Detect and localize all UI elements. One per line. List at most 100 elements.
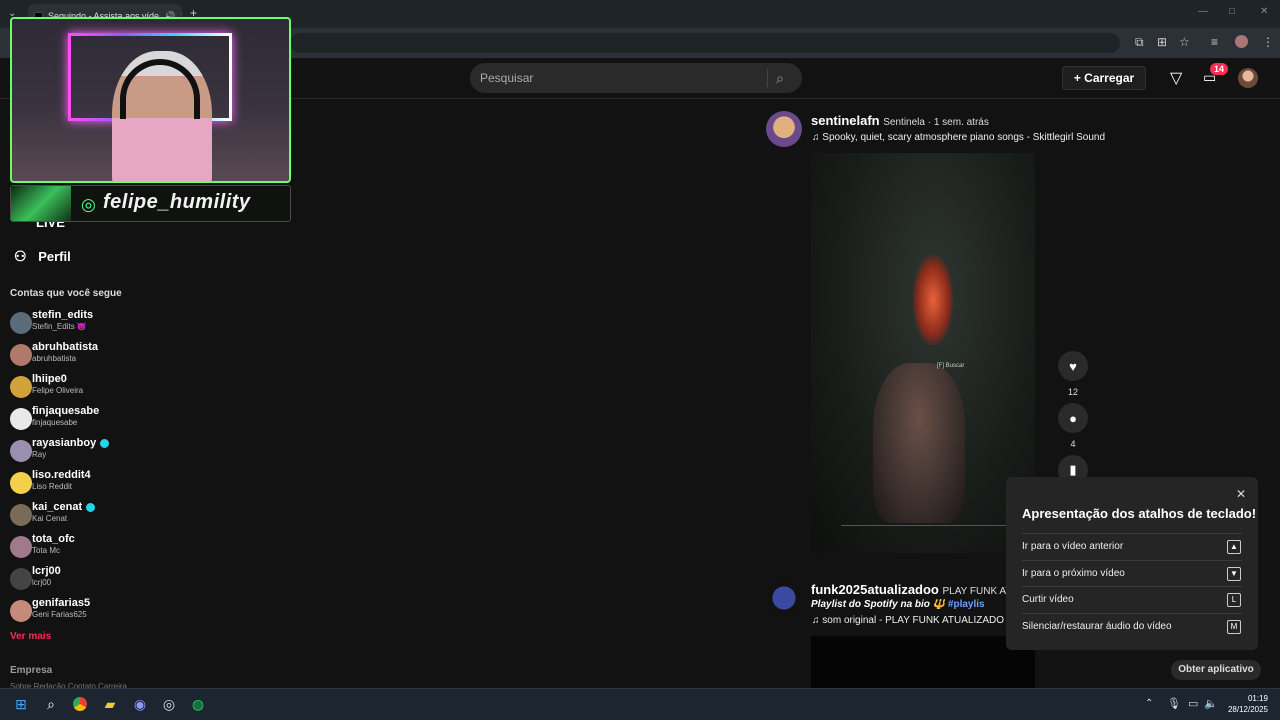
account-username: kai_cenat — [32, 501, 96, 513]
volume-icon[interactable]: 🔈 — [1204, 697, 1218, 710]
bookmark-icon: ▮ — [1069, 462, 1077, 477]
account-display-name: Felipe Oliveira — [32, 386, 84, 395]
account-username-text: rayasianboy — [32, 437, 97, 449]
clock-date: 28/12/2025 — [1227, 705, 1268, 714]
clock[interactable]: 01:19 28/12/2025 — [1226, 693, 1268, 715]
user-avatar[interactable] — [1238, 68, 1258, 88]
post-author-avatar[interactable] — [766, 111, 802, 147]
shortcut-label: Ir para o próximo vídeo — [1022, 568, 1125, 579]
post-username[interactable]: funk2025atualizadoo — [811, 582, 939, 597]
bookmark-star-icon[interactable]: ☆ — [1179, 35, 1190, 49]
account-display-name: Geni Farias625 — [32, 610, 87, 619]
account-username: genifarias5 — [32, 597, 91, 609]
account-display-name: lcrj00 — [32, 578, 52, 587]
followed-account[interactable]: kai_cenat Kai Cenat — [10, 501, 150, 529]
followed-account[interactable]: abruhbatista abruhbatista — [10, 341, 150, 369]
tray-chevron-icon[interactable]: ⌃ — [1145, 698, 1153, 709]
shortcut-key: ▲ — [1227, 540, 1241, 554]
verified-icon — [86, 502, 96, 512]
see-more-link[interactable]: Ver mais — [10, 631, 51, 642]
shortcut-label: Silenciar/restaurar áudio do vídeo — [1022, 621, 1172, 632]
clock-time: 01:19 — [1247, 694, 1268, 703]
search-input[interactable]: Pesquisar — [470, 63, 802, 93]
send-icon[interactable]: ▽ — [1170, 68, 1182, 88]
followed-account[interactable]: lhiipe0 Felipe Oliveira — [10, 373, 150, 401]
network-icon[interactable]: ▭ — [1188, 697, 1198, 710]
heart-icon: ♥ — [1069, 358, 1077, 374]
post-hashtag[interactable]: #playlis — [948, 599, 985, 610]
avatar — [10, 600, 32, 622]
close-icon[interactable]: ✕ — [1236, 487, 1246, 501]
avatar — [10, 504, 32, 526]
verified-icon — [100, 438, 110, 448]
windows-start-icon[interactable]: ⊞ — [12, 695, 30, 713]
post-meta: Sentinela · 1 sem. atrás — [883, 117, 989, 128]
followed-account[interactable]: stefin_edits Stefin_Edits 😈 — [10, 309, 150, 337]
followed-account[interactable]: genifarias5 Geni Farias625 — [10, 597, 150, 625]
chrome-icon[interactable] — [71, 695, 89, 713]
post-author[interactable]: funk2025atualizadoo PLAY FUNK ATU — [811, 582, 1006, 597]
close-window-button[interactable]: ✕ — [1260, 6, 1268, 17]
account-username-text: kai_cenat — [32, 501, 83, 513]
account-display-name: Stefin_Edits 😈 — [32, 322, 87, 331]
account-display-name: finjaquesabe — [32, 418, 78, 427]
shortcut-label: Curtir vídeo — [1022, 594, 1074, 605]
followed-account[interactable]: tota_ofc Tota Mc — [10, 533, 150, 561]
account-username: tota_ofc — [32, 533, 75, 545]
instagram-icon: ◎ — [81, 195, 96, 214]
microphone-icon[interactable]: 🎙 — [1167, 697, 1181, 710]
maximize-button[interactable]: □ — [1229, 6, 1235, 17]
followed-account[interactable]: rayasianboy Ray — [10, 437, 150, 465]
post-author-avatar[interactable] — [766, 580, 802, 616]
account-username: liso.reddit4 — [32, 469, 91, 481]
instagram-nameplate: ◎ felipe_humility — [10, 185, 291, 222]
post-username[interactable]: sentinelafn — [811, 113, 880, 128]
shortcut-row: Silenciar/restaurar áudio do vídeo M — [1022, 613, 1242, 639]
sidebar-item-profile[interactable]: ⚇ Perfil — [14, 248, 71, 265]
post-author[interactable]: sentinelafn Sentinela · 1 sem. atrás — [811, 113, 989, 128]
account-username: stefin_edits — [32, 309, 94, 321]
post-caption: Playlist do Spotify na bio 🔱 #playlis — [811, 599, 1006, 610]
spotify-icon[interactable]: ◍ — [189, 695, 207, 713]
file-explorer-icon[interactable]: ▰ — [101, 695, 119, 713]
account-display-name: Liso Reddit — [32, 482, 73, 491]
comment-count: 4 — [1070, 439, 1076, 449]
avatar — [10, 536, 32, 558]
minimize-button[interactable]: — — [1198, 6, 1208, 17]
obs-icon[interactable]: ◎ — [160, 695, 178, 713]
avatar — [10, 376, 32, 398]
media-icon[interactable]: ≡ — [1211, 35, 1218, 49]
avatar — [10, 472, 32, 494]
like-count: 12 — [1067, 387, 1078, 397]
company-section-title: Empresa — [10, 665, 53, 676]
get-app-button[interactable]: Obter aplicativo — [1171, 660, 1261, 680]
upload-button[interactable]: + Carregar — [1062, 66, 1146, 90]
video-player[interactable]: [F] Buscar — [811, 153, 1035, 553]
followed-account[interactable]: liso.reddit4 Liso Reddit — [10, 469, 150, 497]
video-player[interactable] — [811, 636, 1035, 688]
translate-icon[interactable]: ⊞ — [1157, 35, 1167, 49]
account-display-name: Tota Mc — [32, 546, 61, 555]
profile-avatar-icon[interactable] — [1235, 35, 1248, 48]
discord-icon[interactable]: ◉ — [131, 695, 149, 713]
post-music[interactable]: ♫ som original - PLAY FUNK ATUALIZADO 🔱 — [812, 615, 1007, 626]
instagram-handle: felipe_humility — [103, 191, 251, 213]
like-button[interactable]: ♥ — [1058, 351, 1088, 381]
search-icon[interactable]: ⌕ — [776, 70, 784, 87]
followed-account[interactable]: lcrj00 lcrj00 — [10, 565, 150, 593]
search-icon[interactable]: ⌕ — [42, 695, 60, 713]
account-username: lhiipe0 — [32, 373, 67, 385]
followed-account[interactable]: finjaquesabe finjaquesabe — [10, 405, 150, 433]
install-app-icon[interactable]: ⧉ — [1135, 35, 1144, 50]
following-section-title: Contas que você segue — [10, 288, 122, 299]
shortcut-row: Ir para o vídeo anterior ▲ — [1022, 533, 1242, 559]
address-bar[interactable] — [290, 33, 1120, 53]
menu-kebab-icon[interactable]: ⋮ — [1262, 35, 1274, 49]
shortcut-key: ▼ — [1227, 567, 1241, 581]
post-music[interactable]: ♫ Spooky, quiet, scary atmosphere piano … — [812, 132, 1105, 143]
comment-button[interactable]: ● — [1058, 403, 1088, 433]
sidebar-item-label: Perfil — [38, 249, 71, 264]
avatar — [10, 344, 32, 366]
account-display-name: Kai Cenat — [32, 514, 68, 523]
video-figure-back — [873, 363, 965, 523]
